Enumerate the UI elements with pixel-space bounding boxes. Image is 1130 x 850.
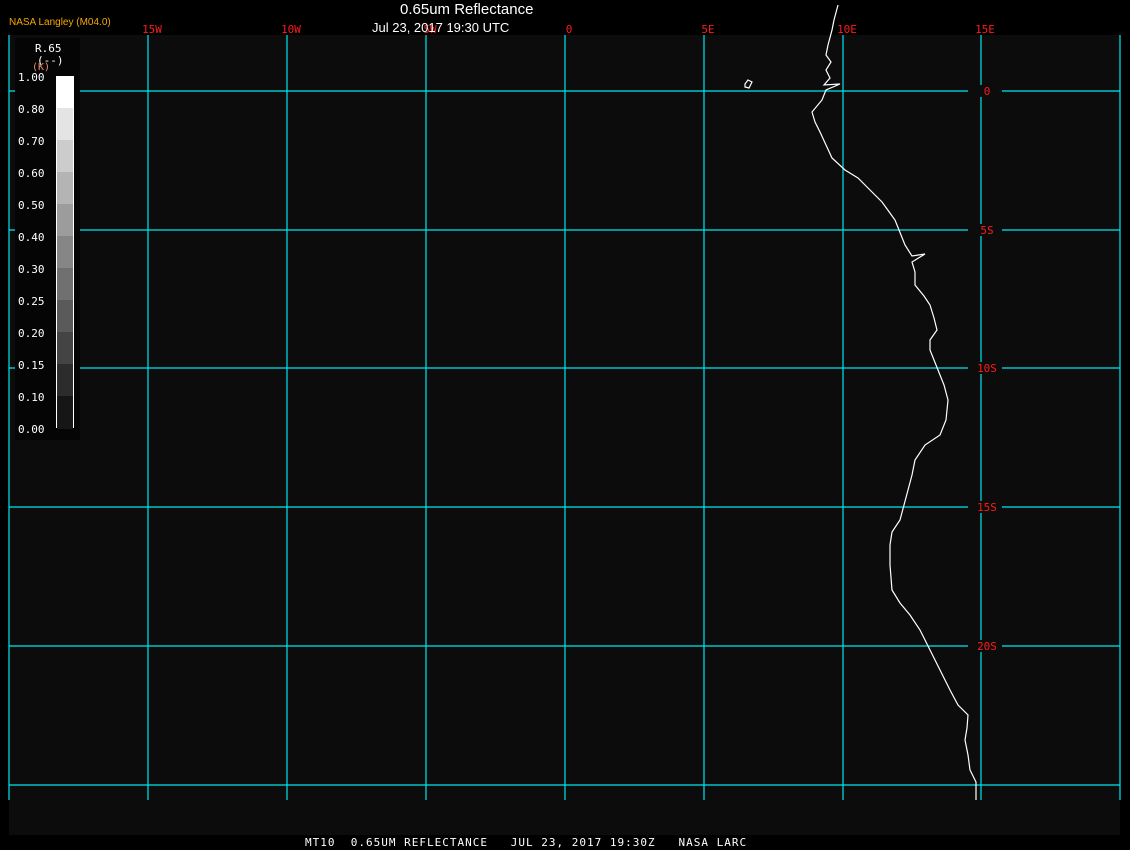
legend-color-swatch [57, 396, 73, 429]
legend-tick-label: 0.30 [18, 263, 45, 276]
legend-color-swatch [57, 140, 73, 173]
legend-tick-label: 0.10 [18, 391, 45, 404]
legend-tick-label: 0.25 [18, 295, 45, 308]
legend-color-swatch [57, 236, 73, 269]
latitude-label: 5S [980, 224, 993, 237]
legend-color-swatch [57, 300, 73, 333]
latitude-label: 15S [977, 501, 997, 514]
brand-label: NASA Langley (M04.0) [9, 17, 111, 28]
latitude-label: 10S [977, 362, 997, 375]
legend-color-swatch [57, 204, 73, 237]
legend-colorbar [56, 76, 74, 429]
legend-tick-label: 0.00 [18, 423, 45, 436]
legend-tick-label: 0.20 [18, 327, 45, 340]
legend-tick-label: 0.60 [18, 167, 45, 180]
latitude-label: 20S [977, 640, 997, 653]
satellite-map: 15W 10W 5W 0 5E 10E 15E05S10S15S20S [8, 4, 1121, 835]
legend-tick-label: 0.15 [18, 359, 45, 372]
legend-color-swatch [57, 172, 73, 205]
product-title: 0.65um Reflectance [400, 1, 534, 18]
legend-color-swatch [57, 268, 73, 301]
legend-tick-label: 0.40 [18, 231, 45, 244]
legend-tick-label: 0.70 [18, 135, 45, 148]
footer-caption: MT10 0.65UM REFLECTANCE JUL 23, 2017 19:… [305, 836, 748, 849]
legend-color-swatch [57, 332, 73, 365]
longitude-label: 15E [975, 23, 995, 36]
longitude-label: 15W [142, 23, 162, 36]
legend-tick-label: 1.00 [18, 71, 45, 84]
legend-tick-label: 0.80 [18, 103, 45, 116]
longitude-label: 10W [281, 23, 301, 36]
longitude-label: 10E [837, 23, 857, 36]
legend-tick-label: 0.50 [18, 199, 45, 212]
color-legend: R.65 (--) (K) 1.00 0.80 0.70 0.60 0.50 0.40 0.… [15, 38, 80, 440]
longitude-label: 0 [566, 23, 573, 36]
legend-color-swatch [57, 108, 73, 141]
longitude-label: 5E [701, 23, 714, 36]
product-datetime: Jul 23, 2017 19:30 UTC [372, 20, 510, 35]
legend-color-swatch [57, 76, 73, 109]
latitude-label: 0 [984, 85, 991, 98]
legend-color-swatch [57, 364, 73, 397]
